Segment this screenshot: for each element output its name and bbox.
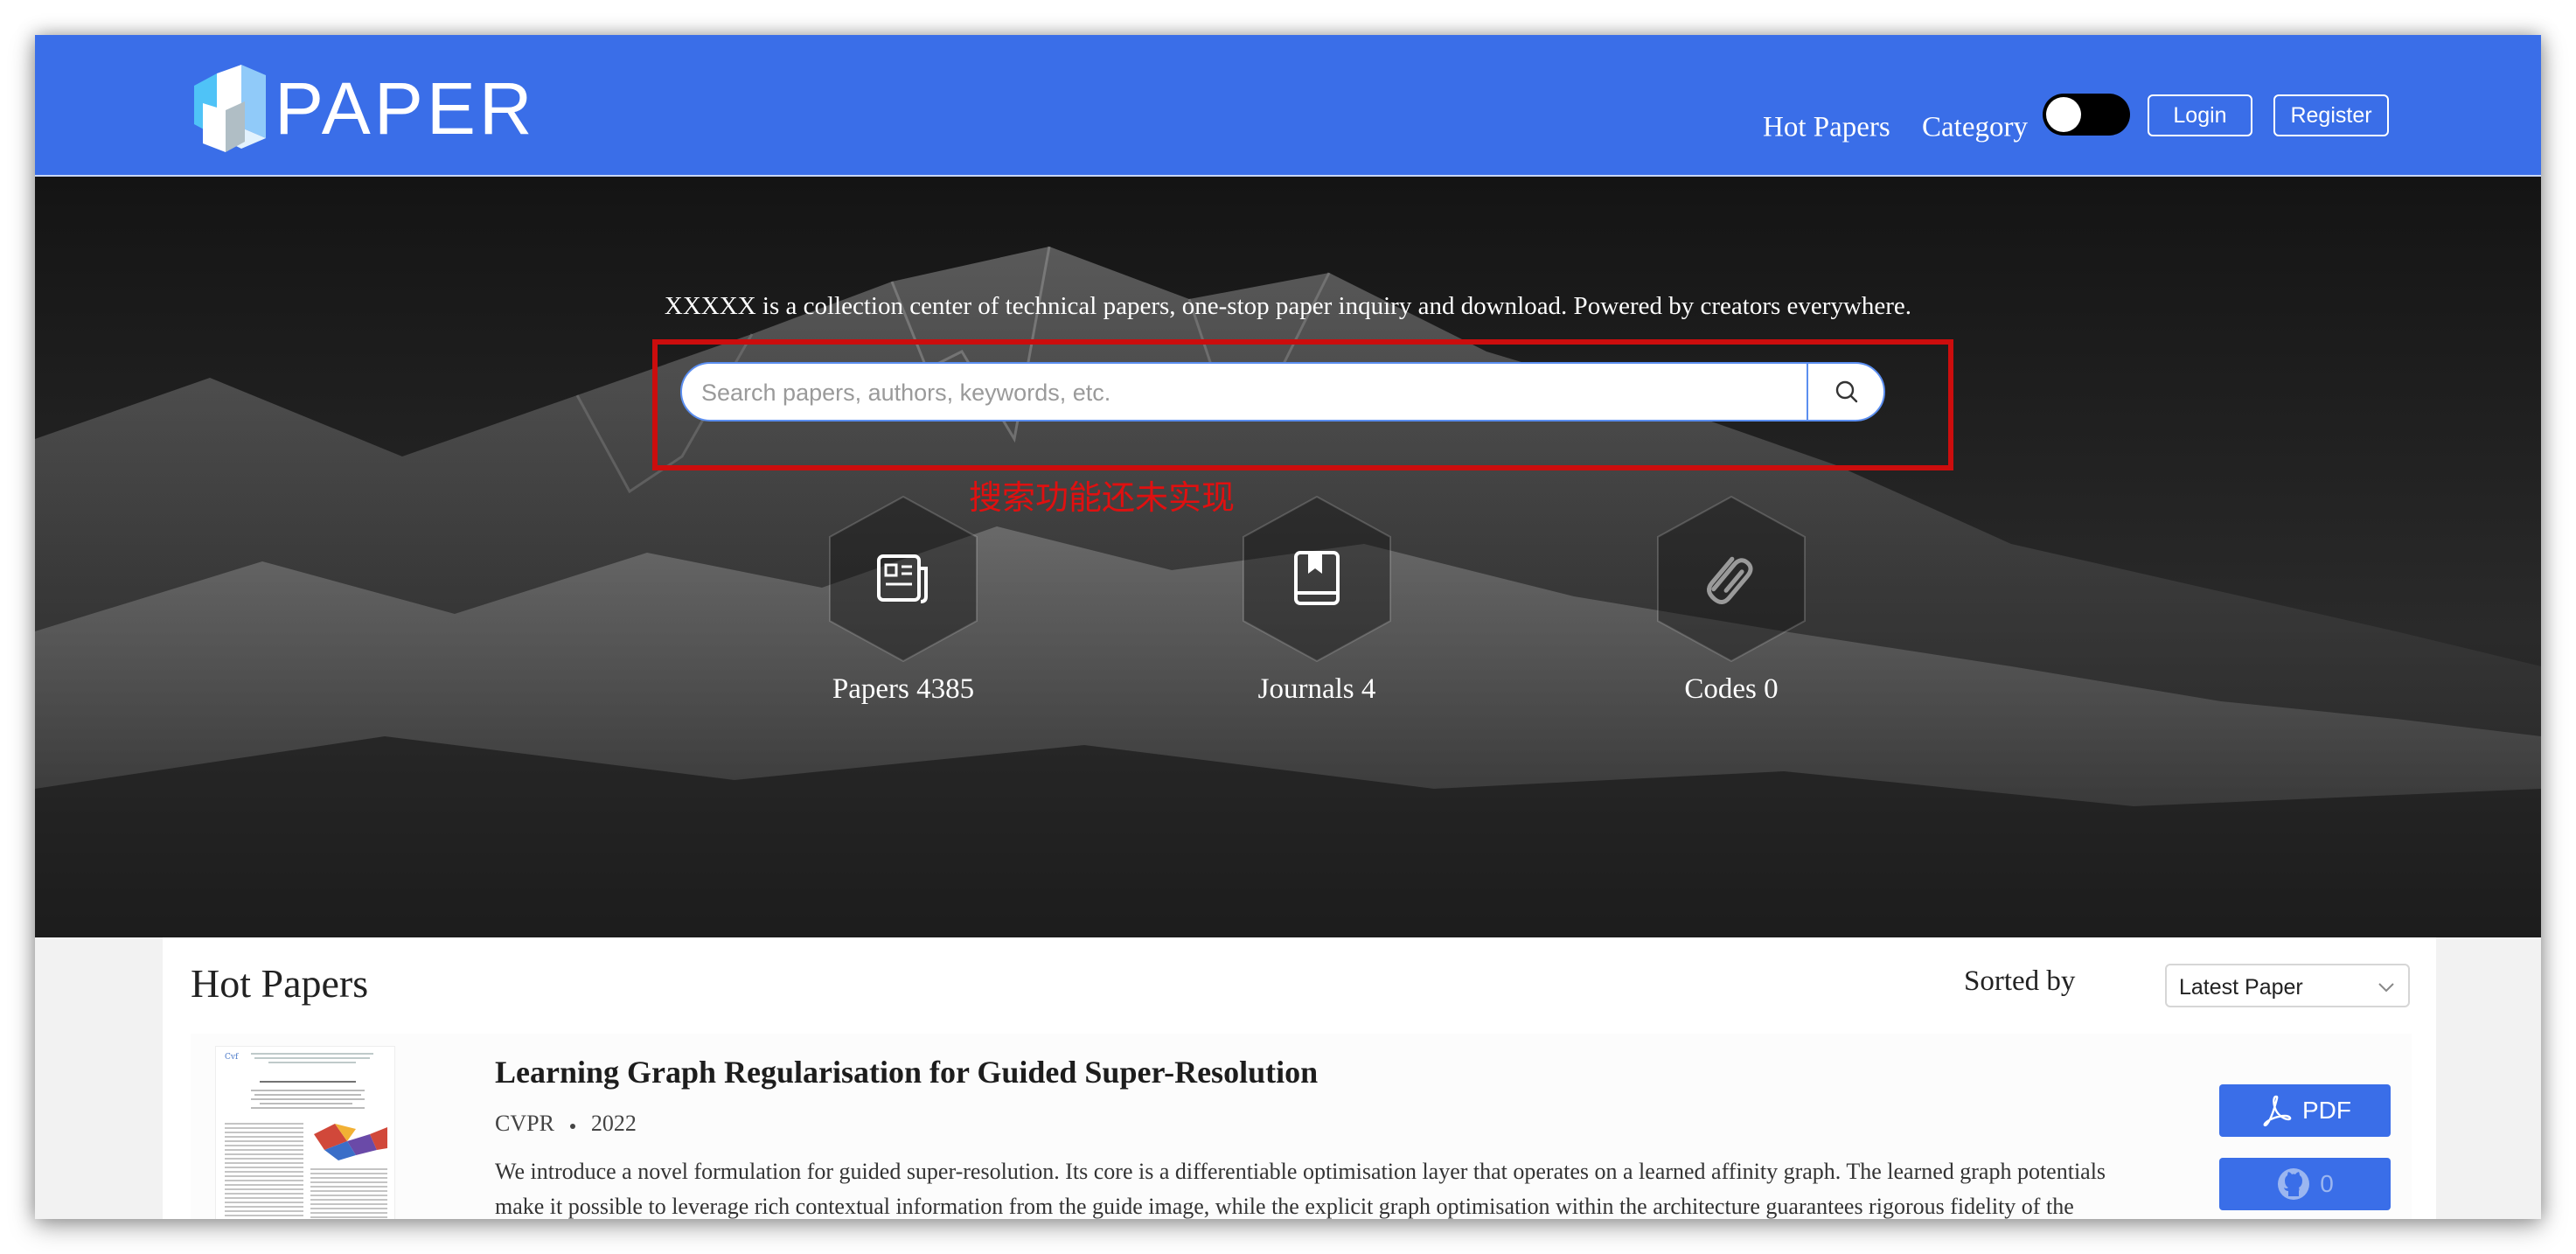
pdf-icon (2263, 1095, 2292, 1126)
search-icon (1835, 380, 1858, 403)
pdf-button-label: PDF (2302, 1097, 2351, 1124)
logo-cube-icon (194, 65, 266, 152)
section-title: Hot Papers (191, 961, 369, 1006)
theme-toggle[interactable] (2043, 94, 2130, 136)
github-count: 0 (2320, 1170, 2334, 1197)
login-button[interactable]: Login (2148, 94, 2252, 136)
stat-codes-label: Codes 0 (1684, 673, 1779, 705)
toggle-knob (2046, 97, 2081, 132)
hexagon-badge (829, 495, 978, 663)
stat-journals-label: Journals 4 (1257, 673, 1376, 705)
nav-category[interactable]: Category (1922, 113, 2028, 143)
paper-venue: CVPR (495, 1111, 554, 1136)
stat-journals[interactable]: Journals 4 (1186, 493, 1448, 704)
chevron-down-icon (2378, 983, 2394, 993)
paper-preview-image: Cvf (216, 1047, 394, 1219)
github-icon (2278, 1168, 2310, 1200)
paper-year: 2022 (590, 1111, 637, 1136)
pdf-download-button[interactable]: PDF (2219, 1084, 2391, 1137)
top-navbar: PAPER Hot Papers Category Login Register (35, 35, 2541, 177)
svg-text:Cvf: Cvf (225, 1053, 239, 1062)
sort-value: Latest Paper (2179, 975, 2303, 1000)
hexagon-badge (1657, 495, 1806, 663)
search-button[interactable] (1810, 364, 1883, 420)
stat-codes[interactable]: Codes 0 (1600, 493, 1862, 704)
paper-meta: CVPR 2022 (495, 1112, 637, 1135)
hero-tagline: XXXXX is a collection center of technica… (664, 292, 1912, 320)
meta-separator-dot (569, 1124, 575, 1129)
sort-label: Sorted by (1964, 965, 2076, 997)
sort-dropdown[interactable]: Latest Paper (2165, 964, 2410, 1007)
register-button[interactable]: Register (2273, 94, 2389, 136)
hot-papers-section: Hot Papers Sorted by Latest Paper Cvf Le… (163, 937, 2436, 1219)
paper-title[interactable]: Learning Graph Regularisation for Guided… (495, 1056, 1318, 1088)
stat-papers[interactable]: Papers 4385 (772, 493, 1034, 704)
site-logo[interactable]: PAPER (191, 65, 536, 152)
search-input[interactable] (701, 369, 1786, 416)
logo-text: PAPER (275, 67, 536, 150)
paper-thumbnail[interactable]: Cvf (215, 1046, 395, 1219)
paper-card[interactable]: Cvf Learning Graph Regularisation for Gu… (191, 1034, 2412, 1219)
hexagon-badge (1243, 495, 1391, 663)
nav-hot-papers[interactable]: Hot Papers (1763, 113, 1890, 143)
search-bar (680, 362, 1885, 421)
stat-papers-label: Papers 4385 (832, 673, 975, 705)
search-divider (1807, 364, 1808, 420)
hero-banner: XXXXX is a collection center of technica… (35, 177, 2541, 937)
browser-window: PAPER Hot Papers Category Login Register (35, 35, 2541, 1219)
paper-abstract: We introduce a novel formulation for gui… (495, 1159, 2106, 1219)
github-code-button[interactable]: 0 (2219, 1158, 2391, 1210)
